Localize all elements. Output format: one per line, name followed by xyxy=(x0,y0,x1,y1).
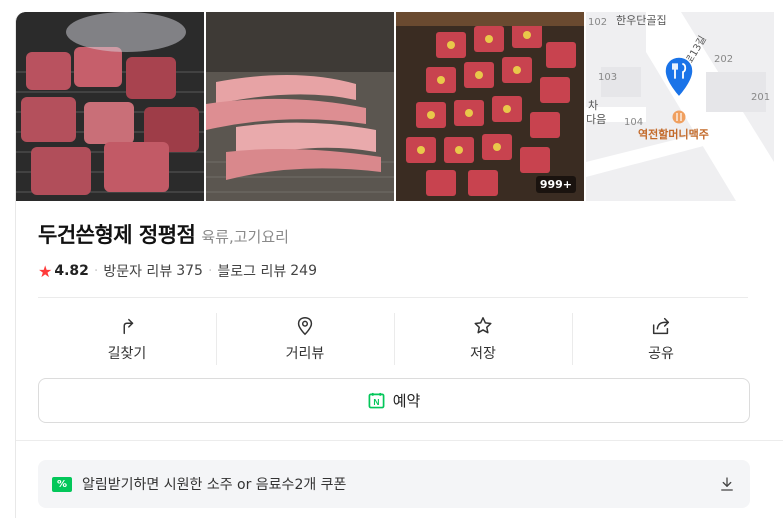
download-icon[interactable] xyxy=(718,475,736,493)
place-category[interactable]: 육류,고기요리 xyxy=(201,226,289,247)
street-view-label: 거리뷰 xyxy=(285,346,325,362)
photo-count-badge: 999+ xyxy=(535,176,576,193)
title-row: 두건쓴형제 정평점 육류,고기요리 xyxy=(38,219,289,249)
coupon-banner[interactable]: % 알림받기하면 시원한 소주 or 음료수2개 쿠폰 xyxy=(38,460,750,508)
blog-review-label[interactable]: 블로그 리뷰 xyxy=(217,261,286,281)
share-icon xyxy=(652,317,670,335)
place-card: 999+ 한우단골집 102 로13길 202 103 201 차 다음 104 xyxy=(15,12,783,518)
directions-button[interactable]: 길찾기 xyxy=(38,309,216,369)
poi-icon xyxy=(672,110,686,124)
map-label-202: 202 xyxy=(714,54,734,65)
map-label-201: 201 xyxy=(751,92,771,103)
save-label: 저장 xyxy=(470,346,496,362)
map-poi-name: 역전할머니맥주 xyxy=(638,128,709,141)
separator-dot: · xyxy=(93,263,99,279)
photo-strip: 999+ 한우단골집 102 로13길 202 103 201 차 다음 104 xyxy=(16,12,783,201)
mini-map[interactable]: 한우단골집 102 로13길 202 103 201 차 다음 104 역전할머… xyxy=(586,12,774,201)
photo-1[interactable] xyxy=(16,12,204,201)
action-bar: 길찾기 거리뷰 저장 공유 xyxy=(38,309,750,369)
map-label-103: 103 xyxy=(598,72,618,83)
directions-icon xyxy=(123,318,134,335)
meta-row: ★ 4.82 · 방문자 리뷰 375 · 블로그 리뷰 249 xyxy=(38,261,317,281)
blog-review-count[interactable]: 249 xyxy=(290,263,317,279)
coupon-text: 알림받기하면 시원한 소주 or 음료수2개 쿠폰 xyxy=(82,477,347,493)
star-icon xyxy=(474,317,492,334)
separator-dot: · xyxy=(207,263,213,279)
street-view-icon xyxy=(297,317,313,336)
rating-value: 4.82 xyxy=(54,263,89,279)
street-view-button[interactable]: 거리뷰 xyxy=(216,309,394,369)
naver-booking-letter: N xyxy=(373,397,379,407)
map-label-102: 102 xyxy=(588,17,608,28)
section-divider xyxy=(16,440,783,441)
coupon-tag-icon: % xyxy=(52,476,72,492)
photo-2[interactable] xyxy=(206,12,394,201)
map-street-top: 한우단골집 xyxy=(616,14,667,27)
visitor-review-count[interactable]: 375 xyxy=(176,263,203,279)
visitor-review-label[interactable]: 방문자 리뷰 xyxy=(103,261,172,281)
map-label-partial-2: 다음 xyxy=(586,113,607,126)
divider xyxy=(38,297,748,298)
save-button[interactable]: 저장 xyxy=(394,309,572,369)
share-label: 공유 xyxy=(648,346,674,362)
reservation-button[interactable]: N 예약 xyxy=(38,378,750,423)
place-name: 두건쓴형제 정평점 xyxy=(38,223,196,247)
share-button[interactable]: 공유 xyxy=(572,309,750,369)
rating-star-icon: ★ xyxy=(38,261,53,281)
photo-3[interactable]: 999+ xyxy=(396,12,584,201)
naver-booking-icon: N xyxy=(368,392,385,409)
reservation-label: 예약 xyxy=(392,392,421,410)
directions-label: 길찾기 xyxy=(107,346,147,362)
map-pin-icon xyxy=(664,56,694,98)
